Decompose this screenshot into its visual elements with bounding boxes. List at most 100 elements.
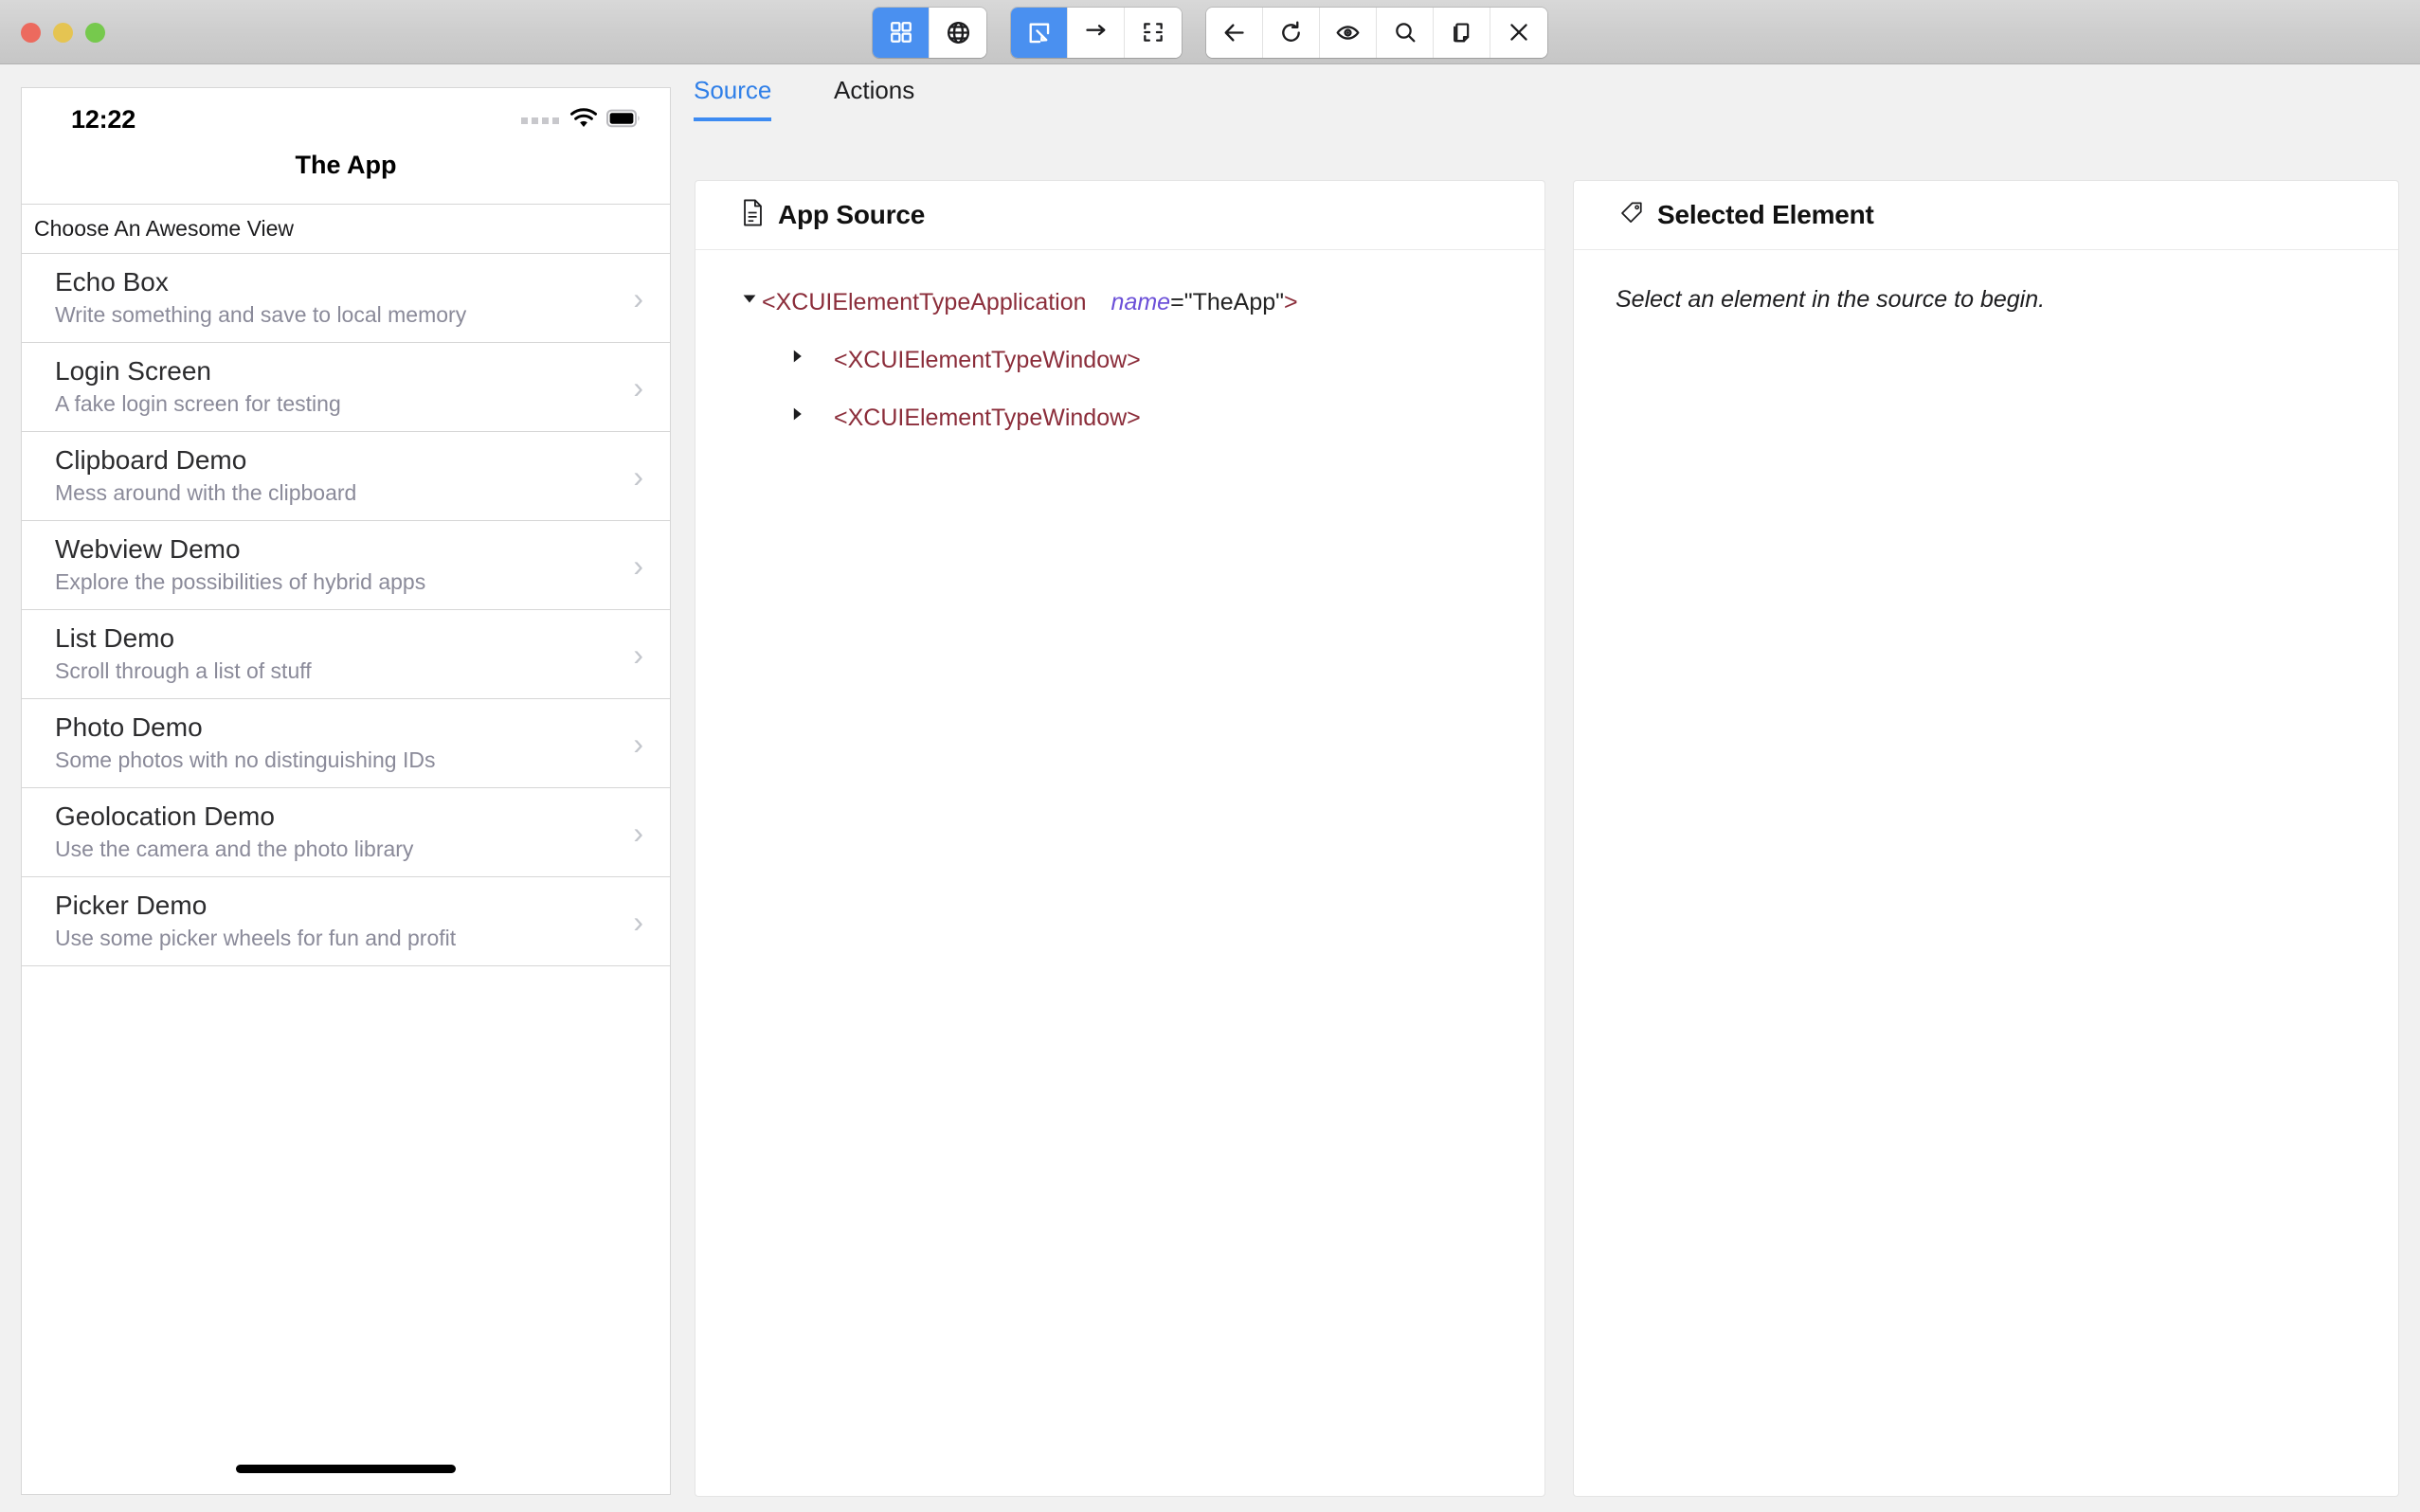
- inspector-tabs: Source Actions: [694, 64, 2399, 125]
- list-item-subtitle: Some photos with no distinguishing IDs: [55, 747, 670, 775]
- list-item-subtitle: Write something and save to local memory: [55, 301, 670, 330]
- selected-element-empty-message: Select an element in the source to begin…: [1616, 286, 2357, 314]
- arrow-left-icon: [1221, 20, 1247, 45]
- show-hide-button[interactable]: [1320, 8, 1377, 58]
- signal-dots-icon: [521, 117, 559, 124]
- tag-icon: [1619, 201, 1644, 230]
- list-item[interactable]: Geolocation Demo Use the camera and the …: [22, 788, 670, 877]
- list-item-title: Picker Demo: [55, 890, 670, 922]
- caret-right-icon[interactable]: [785, 349, 809, 364]
- selected-element-title: Selected Element: [1657, 200, 1874, 230]
- chevron-right-icon: ›: [633, 729, 643, 759]
- toolbar: [0, 0, 2420, 64]
- grid-view-button[interactable]: [873, 8, 930, 58]
- source-tree: <XCUIElementTypeApplicationname="TheApp"…: [695, 250, 1544, 484]
- selected-element-panel: Selected Element Select an element in th…: [1573, 180, 2399, 1497]
- refresh-icon: [1278, 20, 1304, 45]
- home-indicator: [236, 1465, 456, 1473]
- tap-by-coordinates-button[interactable]: [1125, 8, 1182, 58]
- status-bar-time: 12:22: [71, 105, 135, 135]
- list-item[interactable]: Webview Demo Explore the possibilities o…: [22, 521, 670, 610]
- web-view-button[interactable]: [930, 8, 986, 58]
- app-source-title: App Source: [778, 200, 925, 230]
- magnifier-icon: [1393, 20, 1418, 45]
- chevron-right-icon: ›: [633, 283, 643, 314]
- source-tree-tag: <XCUIElementTypeWindow>: [834, 347, 1141, 373]
- chevron-right-icon: ›: [633, 550, 643, 581]
- close-x-icon: [1507, 20, 1531, 45]
- source-tree-tag: <XCUIElementTypeWindow>: [834, 405, 1141, 431]
- source-tree-node[interactable]: <XCUIElementTypeWindow>: [737, 344, 1503, 377]
- battery-icon: [606, 109, 641, 133]
- select-element-button[interactable]: [1011, 8, 1068, 58]
- grid-icon: [889, 20, 913, 45]
- list-item-subtitle: A fake login screen for testing: [55, 390, 670, 419]
- chevron-right-icon: ›: [633, 907, 643, 937]
- list-item[interactable]: Photo Demo Some photos with no distingui…: [22, 699, 670, 788]
- selected-element-header: Selected Element: [1574, 181, 2398, 250]
- list-item[interactable]: Clipboard Demo Mess around with the clip…: [22, 432, 670, 521]
- wifi-icon: [569, 107, 598, 134]
- list-item[interactable]: Login Screen A fake login screen for tes…: [22, 343, 670, 432]
- list-item-subtitle: Use some picker wheels for fun and profi…: [55, 925, 670, 953]
- list-item-subtitle: Mess around with the clipboard: [55, 479, 670, 508]
- list-item-title: Echo Box: [55, 266, 670, 298]
- caret-right-icon[interactable]: [785, 406, 809, 422]
- source-tree-tag-close: >: [1284, 289, 1298, 315]
- list-item-subtitle: Explore the possibilities of hybrid apps: [55, 568, 670, 597]
- source-tree-label: <XCUIElementTypeApplicationname="TheApp"…: [762, 286, 1298, 319]
- list-item-title: Webview Demo: [55, 533, 670, 566]
- chevron-right-icon: ›: [633, 461, 643, 492]
- list-item[interactable]: List Demo Scroll through a list of stuff…: [22, 610, 670, 699]
- back-button[interactable]: [1206, 8, 1263, 58]
- copy-icon: [1450, 21, 1473, 45]
- list-item[interactable]: Picker Demo Use some picker wheels for f…: [22, 877, 670, 966]
- device-status-bar: 12:22: [22, 88, 670, 147]
- search-button[interactable]: [1377, 8, 1434, 58]
- source-tree-label: <XCUIElementTypeWindow>: [809, 402, 1141, 435]
- source-tree-node[interactable]: <XCUIElementTypeApplicationname="TheApp"…: [737, 286, 1503, 319]
- source-tree-node[interactable]: <XCUIElementTypeWindow>: [737, 402, 1503, 435]
- status-bar-indicators: [521, 107, 641, 134]
- refresh-button[interactable]: [1263, 8, 1320, 58]
- toolbar-group-actions: [1206, 8, 1547, 58]
- document-icon: [741, 199, 765, 231]
- device-section-header: Choose An Awesome View: [22, 205, 670, 254]
- list-item-title: Clipboard Demo: [55, 444, 670, 477]
- chevron-right-icon: ›: [633, 818, 643, 848]
- list-item-title: Photo Demo: [55, 711, 670, 744]
- globe-icon: [946, 20, 971, 45]
- copy-button[interactable]: [1434, 8, 1490, 58]
- toolbar-group-interaction-mode: [1011, 8, 1182, 58]
- list-item-subtitle: Scroll through a list of stuff: [55, 657, 670, 686]
- selected-element-body: Select an element in the source to begin…: [1574, 250, 2398, 350]
- chevron-right-icon: ›: [633, 372, 643, 403]
- source-tree-attr-name: name: [1111, 289, 1171, 315]
- chevron-right-icon: ›: [633, 639, 643, 670]
- window-title-bar: [0, 0, 2420, 64]
- device-screen-mirror[interactable]: 12:22 The App Choose An Awesome View Ech…: [21, 87, 671, 1495]
- tab-actions[interactable]: Actions: [834, 76, 914, 117]
- swipe-button[interactable]: [1068, 8, 1125, 58]
- source-tree-label: <XCUIElementTypeWindow>: [809, 344, 1141, 377]
- eye-icon: [1335, 20, 1361, 45]
- source-tree-tag: <XCUIElementTypeApplication: [762, 289, 1087, 315]
- quit-session-button[interactable]: [1490, 8, 1547, 58]
- app-source-header: App Source: [695, 181, 1544, 250]
- list-item-title: Login Screen: [55, 355, 670, 387]
- list-item-subtitle: Use the camera and the photo library: [55, 836, 670, 864]
- tab-source[interactable]: Source: [694, 76, 771, 121]
- list-item[interactable]: Echo Box Write something and save to loc…: [22, 254, 670, 343]
- crop-frame-icon: [1141, 20, 1165, 45]
- list-item-title: Geolocation Demo: [55, 801, 670, 833]
- list-item-title: List Demo: [55, 622, 670, 655]
- arrow-curve-icon: [1083, 20, 1109, 45]
- device-list: Echo Box Write something and save to loc…: [22, 254, 670, 966]
- app-source-panel: App Source <XCUIElementTypeApplication na…: [695, 180, 1545, 1497]
- toolbar-group-view-mode: [873, 8, 986, 58]
- source-tree-attr-value: "TheApp": [1184, 289, 1284, 315]
- cursor-select-icon: [1026, 20, 1052, 45]
- main-canvas: 12:22 The App Choose An Awesome View Ech…: [0, 64, 2420, 1512]
- caret-down-icon[interactable]: [737, 291, 762, 306]
- device-nav-title: The App: [22, 151, 670, 180]
